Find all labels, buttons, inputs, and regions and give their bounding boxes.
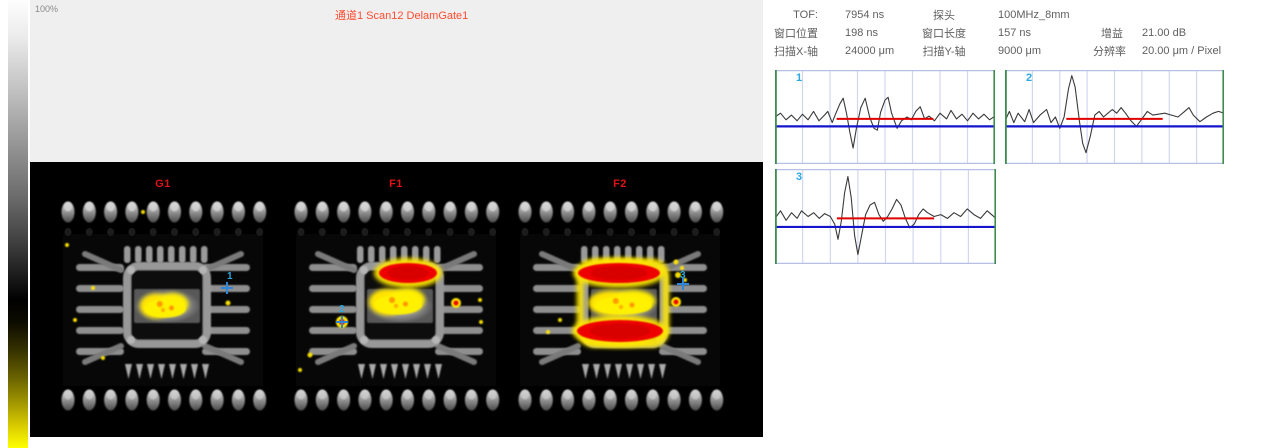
param-value-scan-x: 24000 μm: [845, 45, 920, 57]
param-value-gain: 21.00 dB: [1142, 27, 1186, 39]
ascan-plot-number-1: 1: [796, 72, 802, 84]
ascan-plot-number-3: 3: [796, 171, 802, 183]
param-label-window-pos: 窗口位置: [770, 25, 818, 41]
ascan-plot-2[interactable]: 2: [1005, 70, 1224, 164]
ascan-plot-number-2: 2: [1026, 72, 1032, 84]
param-label-window-len: 窗口长度: [920, 25, 968, 41]
ascan-plot-1[interactable]: 1: [775, 70, 995, 164]
cscan-viewer: 100% 通道1 Scan12 DelamGate1 G1 1 F1 2 3 F…: [30, 0, 763, 437]
gate-label-g1: G1: [155, 178, 171, 190]
scan-title: 通道1 Scan12 DelamGate1: [335, 7, 468, 23]
cursor-marker-label-3: 3: [680, 270, 686, 281]
param-value-scan-y: 9000 μm: [998, 45, 1093, 57]
sam-inspection-screen: 100% 通道1 Scan12 DelamGate1 G1 1 F1 2 3 F…: [0, 0, 1275, 448]
param-value-window-pos: 198 ns: [845, 27, 920, 39]
param-label-tof: TOF:: [770, 9, 818, 21]
ascan-waveform-2: [1005, 70, 1224, 164]
ascan-plot-3[interactable]: 3: [775, 169, 996, 264]
param-label-scan-x: 扫描X-轴: [770, 43, 818, 59]
param-label-gain: 增益: [1093, 25, 1123, 41]
zoom-level: 100%: [35, 4, 58, 14]
param-label-scan-y: 扫描Y-轴: [920, 43, 968, 59]
scan-panel[interactable]: G1 1 F1 2 3 F2: [30, 162, 763, 437]
chip-image-f2[interactable]: 3 F2: [500, 170, 740, 420]
param-row-2: 窗口位置 198 ns 窗口长度 157 ns 增益 21.00 dB: [770, 24, 1221, 42]
chip-image-g1[interactable]: G1 1: [43, 170, 283, 420]
param-value-resolution: 20.00 μm / Pixel: [1142, 45, 1221, 57]
chip-scan-graphic: [43, 170, 283, 420]
chip-image-f1[interactable]: F1 2: [276, 170, 516, 420]
chip-scan-graphic: [276, 170, 516, 420]
param-label-probe: 探头: [920, 7, 968, 23]
param-value-window-len: 157 ns: [998, 27, 1093, 39]
param-value-tof: 7954 ns: [845, 9, 920, 21]
ascan-waveform-1: [775, 70, 995, 164]
param-row-3: 扫描X-轴 24000 μm 扫描Y-轴 9000 μm 分辨率 20.00 μ…: [770, 42, 1221, 60]
chip-scan-graphic: [500, 170, 740, 420]
gate-label-f1: F1: [389, 178, 403, 190]
gate-label-f2: F2: [613, 178, 627, 190]
param-row-1: TOF: 7954 ns 探头 100MHz_8mm: [770, 6, 1221, 24]
amplitude-colorbar: [8, 0, 28, 448]
parameter-panel: TOF: 7954 ns 探头 100MHz_8mm 窗口位置 198 ns 窗…: [770, 6, 1221, 60]
cursor-marker-label-2: 2: [339, 304, 345, 315]
ascan-waveform-3: [775, 169, 996, 264]
param-value-probe: 100MHz_8mm: [998, 9, 1093, 21]
param-label-resolution: 分辨率: [1093, 43, 1123, 59]
cursor-marker-label-1: 1: [227, 271, 233, 282]
